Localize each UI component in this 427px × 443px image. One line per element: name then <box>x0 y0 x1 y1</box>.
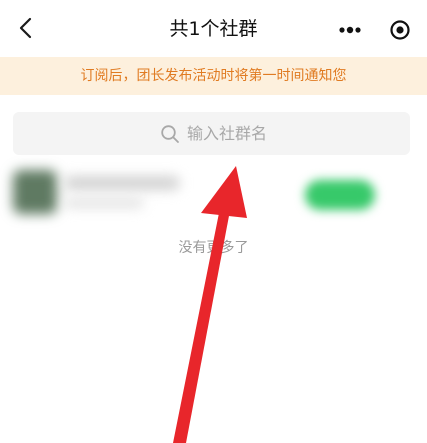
search-input[interactable] <box>187 112 397 155</box>
group-list-item[interactable] <box>0 160 427 230</box>
arrow-shaft <box>173 198 232 443</box>
more-button[interactable] <box>332 14 368 45</box>
group-info-blurred <box>64 198 144 208</box>
subscribe-notice-banner: 订阅后，团长发布活动时将第一时间通知您 <box>0 57 427 95</box>
group-name-blurred <box>64 176 180 190</box>
close-button[interactable] <box>382 14 418 45</box>
list-end-text: 没有更多了 <box>178 240 249 256</box>
join-button[interactable] <box>305 180 375 210</box>
nav-bar: 共1个社群 <box>0 0 427 57</box>
avatar <box>13 170 57 214</box>
more-dots-icon <box>339 26 361 33</box>
search-icon <box>161 125 179 143</box>
mini-program-capsule <box>332 14 418 45</box>
target-circle-icon <box>390 19 410 40</box>
search-box[interactable] <box>13 112 410 155</box>
